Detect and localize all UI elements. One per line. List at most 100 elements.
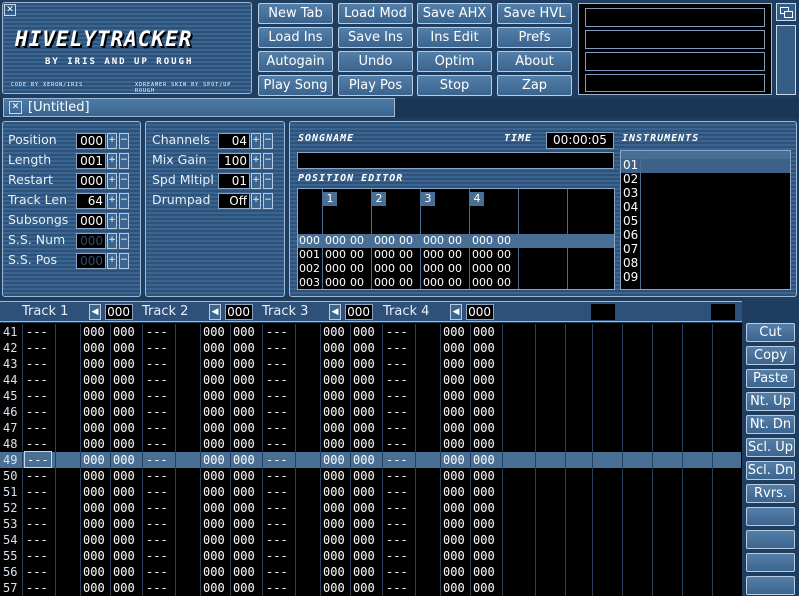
pattern-row[interactable]: 51 --- 000 000 --- 000 000 --- 000 000 --- 000 000 xyxy=(0,484,741,500)
load-ins-button[interactable]: Load Ins xyxy=(258,27,333,48)
setting-value[interactable]: 000 xyxy=(76,173,106,189)
pattern-row[interactable]: 50 --- 000 000 --- 000 000 --- 000 000 --- 000 000 xyxy=(0,468,741,484)
decrement-button[interactable]: − xyxy=(119,153,129,169)
position-row[interactable]: 001 000 00 000 00 000 00 000 00 xyxy=(298,248,614,262)
setting-value[interactable]: 000 xyxy=(76,133,106,149)
zap-button[interactable]: Zap xyxy=(497,75,572,96)
increment-button[interactable]: + xyxy=(251,193,261,209)
setting-value[interactable]: 01 xyxy=(218,173,250,189)
copy-button[interactable]: Copy xyxy=(746,346,795,365)
track-scrollbar-marker[interactable] xyxy=(711,304,735,320)
pattern-row[interactable]: 48 --- 000 000 --- 000 000 --- 000 000 --- 000 000 xyxy=(0,436,741,452)
save-ahx-button[interactable]: Save AHX xyxy=(417,3,492,24)
increment-button[interactable]: + xyxy=(107,153,117,169)
pattern-row[interactable]: 53 --- 000 000 --- 000 000 --- 000 000 --- 000 000 xyxy=(0,516,741,532)
position-row[interactable]: 003 000 00 000 00 000 00 000 00 xyxy=(298,276,614,289)
stop-button[interactable]: Stop xyxy=(417,75,492,96)
decrement-button[interactable]: − xyxy=(263,153,273,169)
setting-value[interactable]: 100 xyxy=(218,153,250,169)
cut-button[interactable]: Cut xyxy=(746,323,795,342)
pattern-row[interactable]: 45 --- 000 000 --- 000 000 --- 000 000 --- 000 000 xyxy=(0,388,741,404)
play-song-button[interactable]: Play Song xyxy=(258,75,333,96)
instrument-item[interactable]: 07 xyxy=(623,242,790,256)
load-mod-button[interactable]: Load Mod xyxy=(338,3,413,24)
position-row[interactable]: 002 000 00 000 00 000 00 000 00 xyxy=(298,262,614,276)
setting-value[interactable]: 000 xyxy=(76,233,106,249)
close-icon[interactable]: ✕ xyxy=(4,4,16,16)
blank-button[interactable] xyxy=(746,553,795,572)
pattern-row[interactable]: 44 --- 000 000 --- 000 000 --- 000 000 --- 000 000 xyxy=(0,372,741,388)
decrement-button[interactable]: − xyxy=(119,193,129,209)
about-button[interactable]: About xyxy=(497,51,572,72)
setting-value[interactable]: 04 xyxy=(218,133,250,149)
setting-value[interactable]: 000 xyxy=(76,253,106,269)
blank-button[interactable] xyxy=(746,507,795,526)
setting-value[interactable]: 001 xyxy=(76,153,106,169)
setting-value[interactable]: Off xyxy=(218,193,250,209)
decrement-button[interactable]: − xyxy=(119,253,129,269)
increment-button[interactable]: + xyxy=(107,213,117,229)
increment-button[interactable]: + xyxy=(107,233,117,249)
paste-button[interactable]: Paste xyxy=(746,369,795,388)
decrement-button[interactable]: − xyxy=(263,173,273,189)
instrument-item[interactable]: 08 xyxy=(623,256,790,270)
decrement-button[interactable]: − xyxy=(263,193,273,209)
pattern-row[interactable]: 47 --- 000 000 --- 000 000 --- 000 000 --- 000 000 xyxy=(0,420,741,436)
tab-close-icon[interactable]: ✕ xyxy=(9,101,22,114)
pattern-row[interactable]: 41 --- 000 000 --- 000 000 --- 000 000 --- 000 000 xyxy=(0,324,741,340)
pattern-row[interactable]: 42 --- 000 000 --- 000 000 --- 000 000 --- 000 000 xyxy=(0,340,741,356)
nt-up-button[interactable]: Nt. Up xyxy=(746,392,795,411)
depth-gadget-icon[interactable] xyxy=(776,3,796,21)
decrement-button[interactable]: − xyxy=(263,133,273,149)
rvrs-button[interactable]: Rvrs. xyxy=(746,484,795,503)
track-offset-value[interactable]: 000 xyxy=(105,304,133,320)
pattern-row[interactable]: 55 --- 000 000 --- 000 000 --- 000 000 --- 000 000 xyxy=(0,548,741,564)
track-offset-value[interactable]: 000 xyxy=(345,304,373,320)
undo-button[interactable]: Undo xyxy=(338,51,413,72)
decrement-button[interactable]: − xyxy=(119,213,129,229)
instrument-item[interactable]: 02 xyxy=(623,172,790,186)
songname-input[interactable] xyxy=(297,152,614,169)
increment-button[interactable]: + xyxy=(107,193,117,209)
decrement-button[interactable]: − xyxy=(119,173,129,189)
decrement-button[interactable]: − xyxy=(119,133,129,149)
nt-dn-button[interactable]: Nt. Dn xyxy=(746,415,795,434)
instrument-item[interactable]: 04 xyxy=(623,200,790,214)
setting-value[interactable]: 64 xyxy=(76,193,106,209)
increment-button[interactable]: + xyxy=(251,173,261,189)
tab-untitled[interactable]: ✕ [Untitled] xyxy=(3,98,395,117)
instrument-item[interactable]: 05 xyxy=(623,214,790,228)
new-tab-button[interactable]: New Tab xyxy=(258,3,333,24)
pattern-row[interactable]: 46 --- 000 000 --- 000 000 --- 000 000 --- 000 000 xyxy=(0,404,741,420)
instrument-item[interactable]: 01 xyxy=(623,158,790,172)
track-scrollbar-marker[interactable] xyxy=(591,304,615,320)
track-left-arrow-icon[interactable]: ◀ xyxy=(450,304,462,320)
blank-button[interactable] xyxy=(746,576,795,595)
pattern-row[interactable]: 43 --- 000 000 --- 000 000 --- 000 000 --- 000 000 xyxy=(0,356,741,372)
scl-dn-button[interactable]: Scl. Dn xyxy=(746,461,795,480)
track-left-arrow-icon[interactable]: ◀ xyxy=(89,304,101,320)
setting-value[interactable]: 000 xyxy=(76,213,106,229)
increment-button[interactable]: + xyxy=(107,133,117,149)
pattern-row[interactable]: 49 --- 000 000 --- 000 000 --- 000 000 --- 000 000 xyxy=(0,451,741,468)
increment-button[interactable]: + xyxy=(107,253,117,269)
pattern-row[interactable]: 56 --- 000 000 --- 000 000 --- 000 000 --- 000 000 xyxy=(0,564,741,580)
track-left-arrow-icon[interactable]: ◀ xyxy=(329,304,341,320)
pattern-row[interactable]: 52 --- 000 000 --- 000 000 --- 000 000 --- 000 000 xyxy=(0,500,741,516)
track-offset-value[interactable]: 000 xyxy=(466,304,494,320)
instrument-item[interactable]: 06 xyxy=(623,228,790,242)
blank-button[interactable] xyxy=(746,530,795,549)
position-editor[interactable]: 1 2 3 4 000 000 00 000 00 000 00 000 00 001 000 00 0… xyxy=(297,188,615,290)
save-ins-button[interactable]: Save Ins xyxy=(338,27,413,48)
track-left-arrow-icon[interactable]: ◀ xyxy=(209,304,221,320)
position-row[interactable]: 000 000 00 000 00 000 00 000 00 xyxy=(298,234,614,248)
optim-button[interactable]: Optim xyxy=(417,51,492,72)
instrument-item[interactable]: 03 xyxy=(623,186,790,200)
autogain-button[interactable]: Autogain xyxy=(258,51,333,72)
save-hvl-button[interactable]: Save HVL xyxy=(497,3,572,24)
instrument-item[interactable]: 09 xyxy=(623,270,790,284)
play-pos-button[interactable]: Play Pos xyxy=(338,75,413,96)
decrement-button[interactable]: − xyxy=(119,233,129,249)
pattern-editor[interactable]: 41 --- 000 000 --- 000 000 --- 000 000 --- 000 000 42… xyxy=(0,323,742,596)
increment-button[interactable]: + xyxy=(107,173,117,189)
